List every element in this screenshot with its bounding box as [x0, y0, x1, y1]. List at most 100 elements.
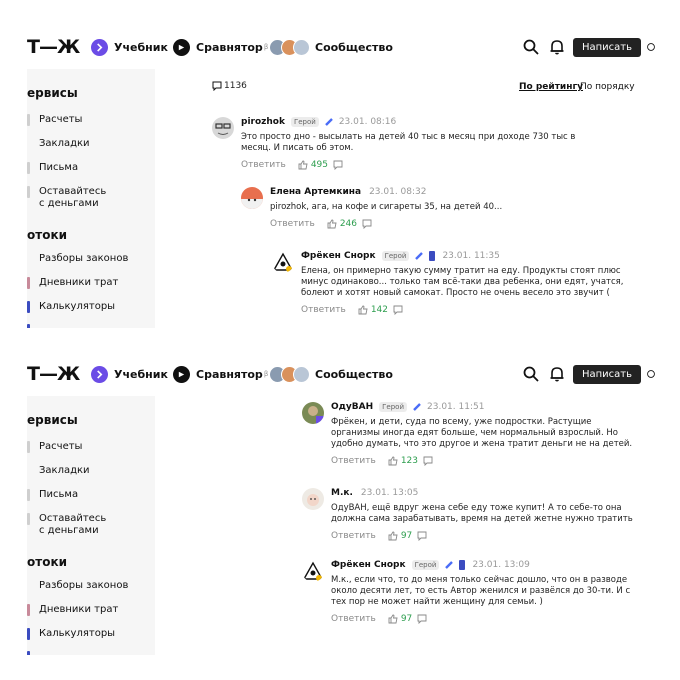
pen-icon: [415, 252, 424, 260]
avatar[interactable]: [272, 251, 294, 273]
bell-icon[interactable]: [547, 37, 567, 57]
money-icon: [27, 513, 30, 525]
comment-date[interactable]: 23.01. 08:32: [369, 187, 426, 197]
sidebar-item-stay-with-money[interactable]: Оставайтесь с деньгами: [39, 186, 106, 210]
reply-bubble-icon[interactable]: [423, 456, 433, 466]
reply-bubble-icon[interactable]: [393, 305, 403, 315]
reply-button[interactable]: Ответить: [331, 614, 376, 624]
beta-mark: β: [263, 43, 269, 51]
sidebar-section-services: ервисы: [27, 413, 78, 427]
nav-textbook[interactable]: Учебник: [91, 35, 168, 59]
comment-date[interactable]: 23.01. 11:35: [442, 251, 499, 261]
reply-bubble-icon[interactable]: [333, 160, 343, 170]
header-actions: Написать: [521, 37, 655, 57]
sidebar-item-calculations[interactable]: Расчеты: [39, 114, 82, 126]
sidebar-item-letters[interactable]: Письма: [39, 489, 78, 501]
comment-date[interactable]: 23.01. 13:09: [472, 560, 529, 570]
nav-comparator[interactable]: Сравнятор β: [173, 35, 268, 59]
screenshot-bottom: Т—Ж Учебник Сравнятор β Сообщество Напис…: [27, 352, 655, 655]
bell-icon[interactable]: [547, 364, 567, 384]
calculator-badge-icon: [429, 251, 436, 261]
username[interactable]: Фрёкен Снорк: [331, 560, 406, 570]
thumbs-up-icon[interactable]: [388, 614, 398, 624]
username[interactable]: М.к.: [331, 488, 353, 498]
reply-bubble-icon[interactable]: [417, 531, 427, 541]
reply-button[interactable]: Ответить: [331, 531, 376, 541]
calc-icon: [27, 441, 30, 453]
comment-counter: 1136: [212, 81, 247, 91]
more-icon: [27, 324, 30, 328]
sidebar-item-spending-diaries[interactable]: Дневники трат: [39, 277, 118, 289]
sidebar-item-letters[interactable]: Письма: [39, 162, 78, 174]
avatar[interactable]: [302, 560, 324, 582]
sidebar-item-spending-diaries[interactable]: Дневники трат: [39, 604, 118, 616]
nav-comparator[interactable]: Сравнятор β: [173, 362, 268, 386]
reply-bubble-icon[interactable]: [362, 219, 372, 229]
sort-by-rating[interactable]: По рейтингу: [519, 82, 583, 92]
diary-icon: [27, 277, 30, 289]
comment-actions: Ответить 495: [241, 160, 591, 170]
reply-bubble-icon[interactable]: [417, 614, 427, 624]
site-logo[interactable]: Т—Ж: [27, 363, 80, 385]
nav-community[interactable]: Сообщество: [269, 35, 393, 59]
username[interactable]: Елена Артемкина: [270, 187, 361, 197]
search-icon[interactable]: [521, 37, 541, 57]
comment-date[interactable]: 23.01. 11:51: [427, 402, 484, 412]
pen-icon: [445, 561, 454, 569]
sidebar-item-stay-with-money[interactable]: Оставайтесь с деньгами: [39, 513, 106, 537]
comment-body: Фрёкен Снорк Герой 23.01. 13:09 М.к., ес…: [331, 560, 641, 624]
write-button[interactable]: Написать: [572, 37, 641, 57]
reply-button[interactable]: Ответить: [270, 219, 315, 229]
sidebar-item-calculators[interactable]: Калькуляторы: [39, 628, 115, 640]
comment-meta: М.к. 23.01. 13:05: [331, 488, 641, 498]
reply-button[interactable]: Ответить: [331, 456, 376, 466]
book-icon: [91, 365, 108, 383]
reply-button[interactable]: Ответить: [301, 305, 346, 315]
comment-text: Елена, он примерно такую сумму тратит на…: [301, 266, 624, 298]
like-count: 123: [400, 456, 418, 466]
avatar[interactable]: [241, 187, 263, 209]
profile-avatar-icon[interactable]: [647, 364, 655, 384]
pen-icon: [413, 403, 421, 411]
sort-by-order[interactable]: По порядку: [580, 82, 635, 92]
thumbs-up-icon[interactable]: [298, 160, 308, 170]
nav-textbook-label: Учебник: [114, 40, 168, 54]
username[interactable]: Фрёкен Снорк: [301, 251, 376, 261]
calculator-badge-icon: [459, 560, 466, 570]
nav-community[interactable]: Сообщество: [269, 362, 393, 386]
thumbs-up-icon[interactable]: [327, 219, 337, 229]
avatar[interactable]: [302, 488, 324, 510]
username[interactable]: pirozhok: [241, 117, 285, 127]
search-icon[interactable]: [521, 364, 541, 384]
comment-text: pirozhok, ага, на кофе и сигареты 35, на…: [270, 202, 503, 212]
sidebar-item-bookmarks[interactable]: Закладки: [39, 138, 90, 150]
sidebar-item-calculations[interactable]: Расчеты: [39, 441, 82, 453]
profile-avatar-icon[interactable]: [647, 37, 655, 57]
thumbs-up-icon[interactable]: [358, 305, 368, 315]
sidebar-item-law-reviews[interactable]: Разборы законов: [39, 253, 128, 265]
beta-mark: β: [263, 370, 269, 378]
reply-button[interactable]: Ответить: [241, 160, 286, 170]
site-logo[interactable]: Т—Ж: [27, 36, 80, 58]
username[interactable]: ОдуВАН: [331, 402, 373, 412]
nav-textbook-label: Учебник: [114, 367, 168, 381]
avatar[interactable]: [212, 117, 234, 139]
nav-textbook[interactable]: Учебник: [91, 362, 168, 386]
comment-date[interactable]: 23.01. 08:16: [339, 117, 396, 127]
comment-count: 1136: [224, 81, 247, 91]
thumbs-up-icon[interactable]: [388, 456, 398, 466]
pen-icon: [324, 118, 333, 126]
comment-actions: Ответить 142: [301, 305, 641, 315]
sidebar-item-calculators[interactable]: Калькуляторы: [39, 301, 115, 313]
sidebar-section-streams: отоки: [27, 228, 67, 242]
sidebar-section-streams: отоки: [27, 555, 67, 569]
comment-meta: pirozhok Герой 23.01. 08:16: [241, 117, 591, 127]
comment-body: pirozhok Герой 23.01. 08:16 Это просто д…: [241, 117, 591, 170]
sidebar-item-bookmarks[interactable]: Закладки: [39, 465, 90, 477]
sidebar-section-services: ервисы: [27, 86, 78, 100]
comment-date[interactable]: 23.01. 13:05: [361, 488, 418, 498]
sidebar-item-law-reviews[interactable]: Разборы законов: [39, 580, 128, 592]
avatar[interactable]: [302, 402, 324, 424]
write-button[interactable]: Написать: [572, 364, 641, 384]
thumbs-up-icon[interactable]: [388, 531, 398, 541]
